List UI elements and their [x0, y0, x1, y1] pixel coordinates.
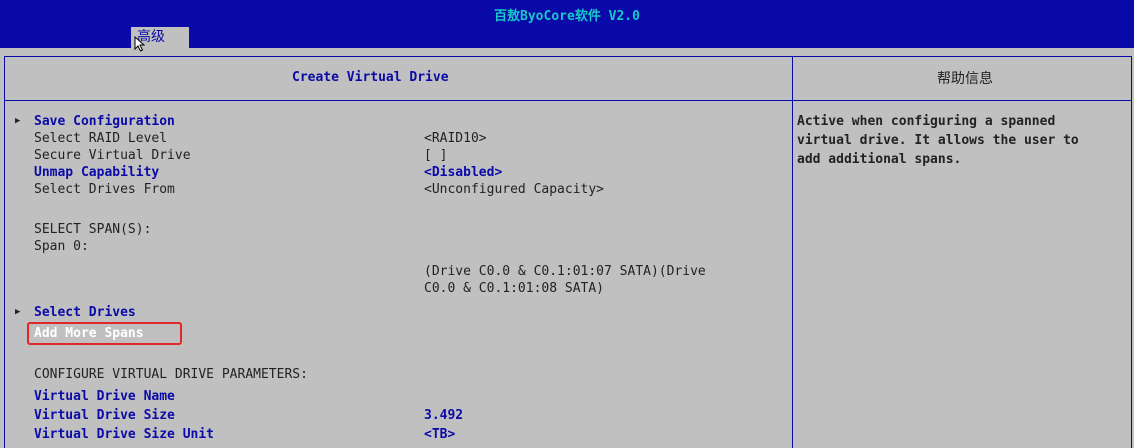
- unmap-capability-label[interactable]: Unmap Capability: [34, 165, 159, 180]
- virtual-drive-size-unit-select[interactable]: <TB>: [424, 427, 455, 442]
- help-text-line: add additional spans.: [797, 152, 962, 167]
- help-panel-divider: [792, 56, 793, 448]
- secure-vd-checkbox: [ ]: [424, 148, 448, 163]
- help-panel-title: 帮助信息: [937, 71, 993, 87]
- title-bar: 百敖ByoCore软件 V2.0 高级: [0, 0, 1134, 52]
- raid-level-value: <RAID10>: [424, 131, 487, 146]
- app-title: 百敖ByoCore软件 V2.0: [494, 9, 640, 24]
- unmap-capability-select[interactable]: <Disabled>: [424, 165, 502, 180]
- header-divider: [4, 100, 1132, 101]
- select-spans-heading: SELECT SPAN(S):: [34, 222, 152, 237]
- submenu-arrow-icon: ▶: [15, 307, 21, 317]
- page-title: Create Virtual Drive: [292, 70, 449, 85]
- add-more-spans-button[interactable]: Add More Spans: [34, 326, 144, 341]
- configure-params-heading: CONFIGURE VIRTUAL DRIVE PARAMETERS:: [34, 367, 308, 382]
- select-drives-link[interactable]: Select Drives: [34, 305, 136, 320]
- secure-vd-label: Secure Virtual Drive: [34, 148, 191, 163]
- submenu-arrow-icon: ▶: [15, 116, 21, 126]
- help-text-line: virtual drive. It allows the user to: [797, 133, 1079, 148]
- virtual-drive-size-label[interactable]: Virtual Drive Size: [34, 408, 175, 423]
- raid-level-label: Select RAID Level: [34, 131, 168, 146]
- virtual-drive-size-unit-label[interactable]: Virtual Drive Size Unit: [34, 427, 214, 442]
- span0-value-line1: (Drive C0.0 & C0.1:01:07 SATA)(Drive: [424, 264, 706, 279]
- span0-label: Span 0:: [34, 239, 89, 254]
- help-text-line: Active when configuring a spanned: [797, 114, 1056, 129]
- virtual-drive-size-value[interactable]: 3.492: [424, 408, 463, 423]
- span0-value-line2: C0.0 & C0.1:01:08 SATA): [424, 281, 605, 296]
- virtual-drive-name-field[interactable]: Virtual Drive Name: [34, 389, 175, 404]
- select-drives-from-label: Select Drives From: [34, 182, 175, 197]
- select-drives-from-value: <Unconfigured Capacity>: [424, 182, 605, 197]
- save-configuration-link[interactable]: Save Configuration: [34, 114, 175, 129]
- mouse-pointer-icon: [134, 36, 146, 52]
